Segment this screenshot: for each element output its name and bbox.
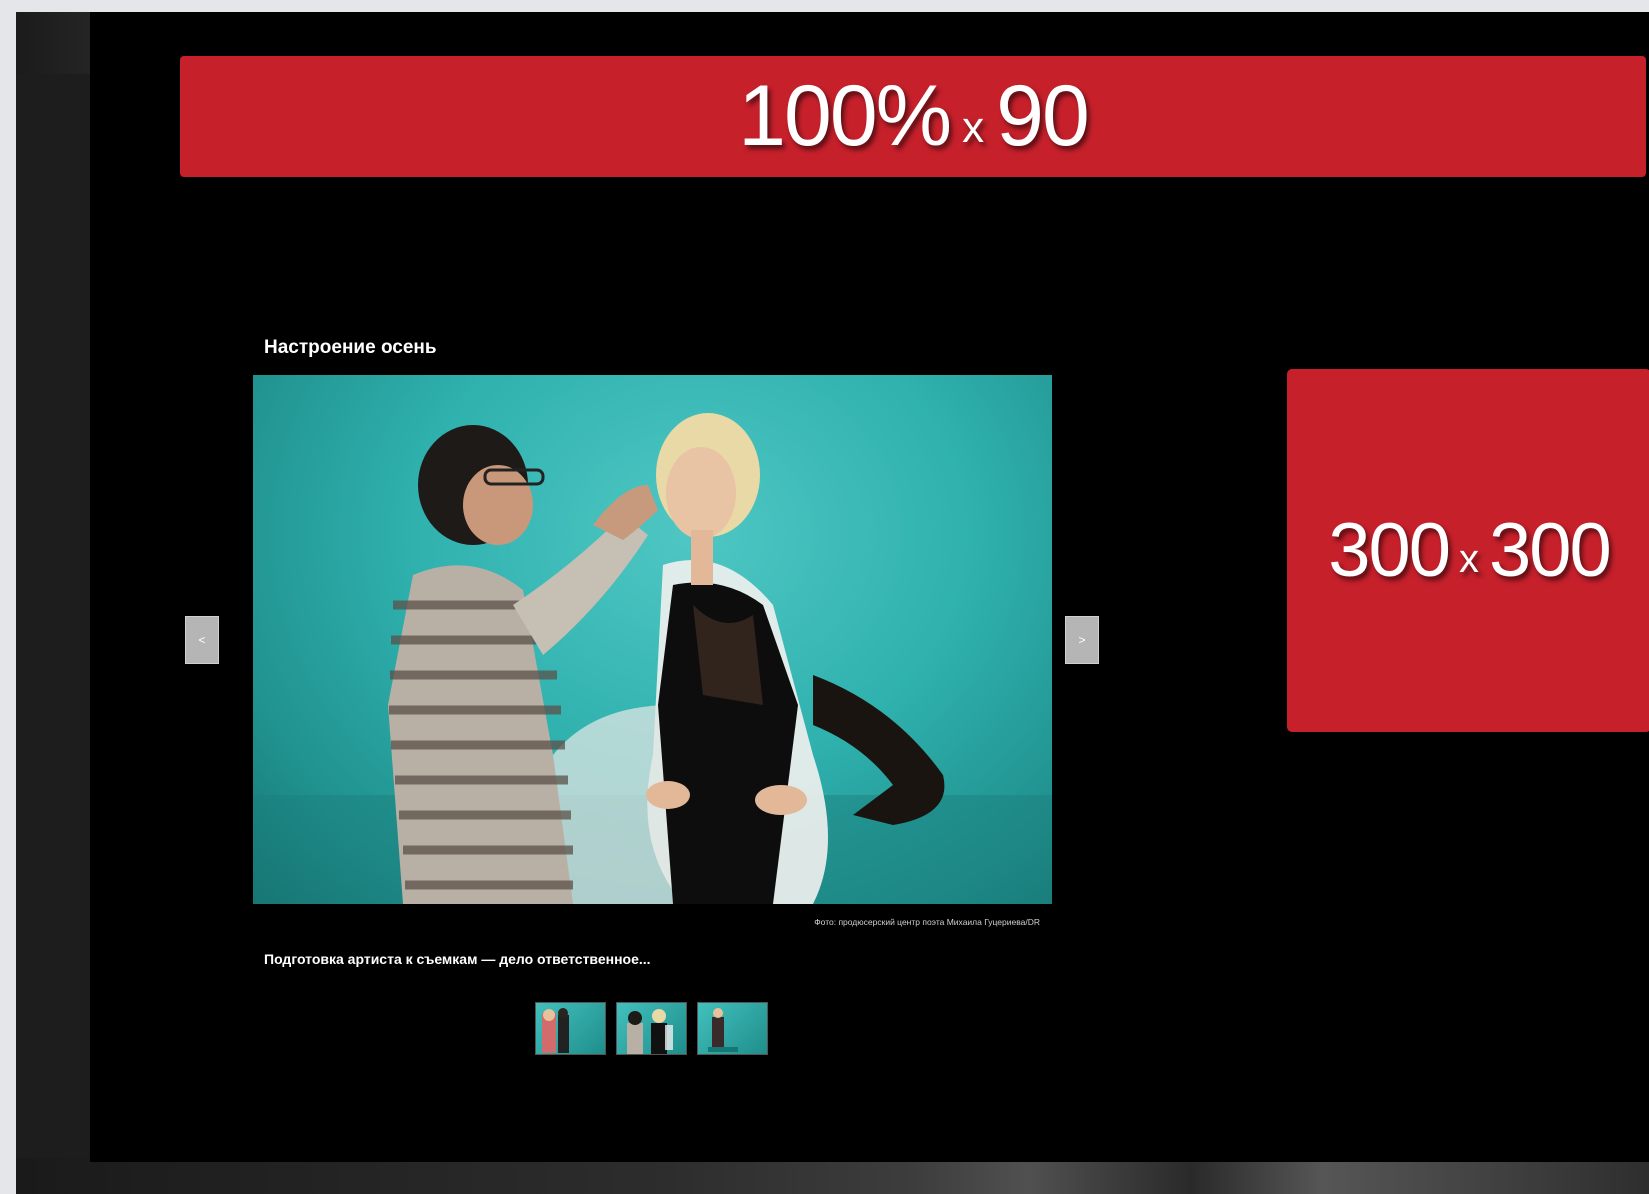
top-ad-banner[interactable]: 100% x 90: [180, 56, 1646, 177]
background-page-footer: [16, 1158, 1649, 1194]
gallery-photo: [253, 375, 1052, 904]
thumbnail-1[interactable]: [535, 1002, 606, 1055]
thumbnail-2-image: [627, 1009, 673, 1054]
lightbox-overlay: 100% x 90 x Настроение осень <: [90, 12, 1649, 1162]
side-banner-height-label: 300: [1489, 508, 1612, 593]
thumbnail-2[interactable]: [616, 1002, 687, 1055]
thumbnail-3-image: [708, 1008, 738, 1052]
page-frame: 100% x 90 x Настроение осень <: [16, 12, 1649, 1194]
previous-photo-button[interactable]: <: [185, 616, 219, 664]
photo-illustration: [253, 413, 1052, 904]
side-banner-width-label: 300: [1328, 508, 1451, 593]
side-ad-banner[interactable]: 300 x 300: [1287, 369, 1649, 732]
next-photo-button[interactable]: >: [1065, 616, 1099, 664]
thumbnail-3[interactable]: [697, 1002, 768, 1055]
photo-caption: Подготовка артиста к съемкам — дело отве…: [264, 951, 651, 967]
banner-width-label: 100%: [738, 68, 952, 164]
gallery-title: Настроение осень: [264, 337, 437, 358]
photo-credit: Фото: продюсерский центр поэта Михаила Г…: [814, 917, 1040, 927]
thumbnail-1-image: [542, 1008, 569, 1053]
side-banner-times-sign: x: [1459, 537, 1479, 581]
banner-height-label: 90: [996, 68, 1090, 164]
banner-times-sign: x: [962, 102, 985, 152]
background-left-column: [16, 74, 90, 1174]
